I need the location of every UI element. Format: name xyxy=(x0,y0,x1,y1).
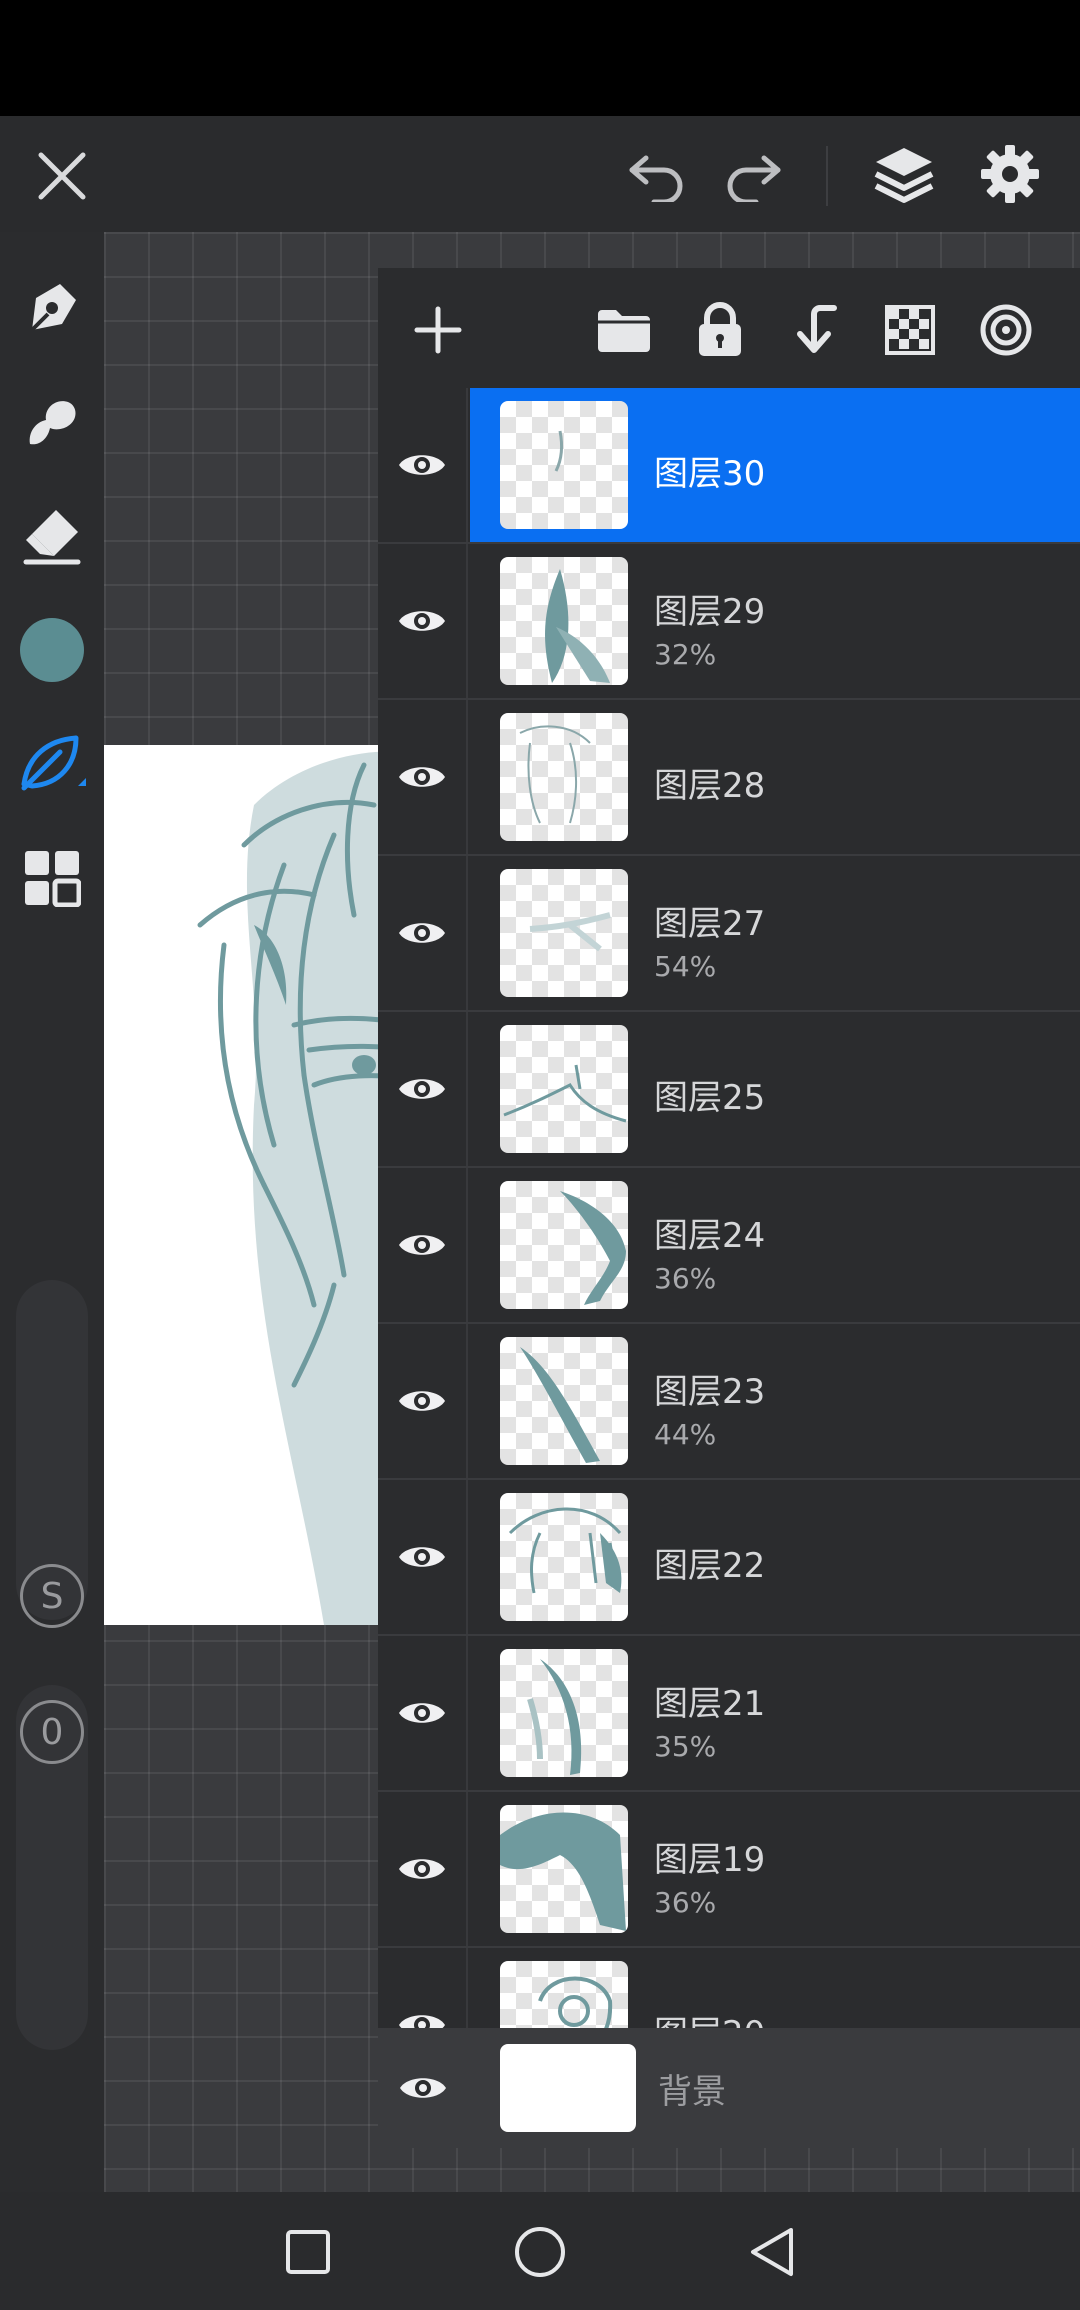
layer-opacity: 36% xyxy=(654,1886,717,1919)
layer-name: 图层30 xyxy=(654,454,766,494)
merge-down-icon[interactable] xyxy=(784,298,848,362)
layer-thumbnail xyxy=(500,1025,628,1153)
layer-row[interactable]: 图层20 xyxy=(378,1948,1080,2028)
toolbar-divider xyxy=(826,146,828,206)
undo-icon[interactable] xyxy=(618,138,694,214)
system-nav-bar xyxy=(0,2192,1080,2310)
layer-main[interactable]: 图层22 xyxy=(470,1480,1080,1634)
opacity-value[interactable]: 0 xyxy=(20,1700,84,1764)
layer-row[interactable]: 图层30 xyxy=(378,388,1080,544)
layer-name: 图层19 xyxy=(654,1840,766,1880)
layer-name: 图层24 xyxy=(654,1216,766,1256)
layer-panel: 图层30 图层29 32% 图层28 图层27 54% 图层25 图层24 36% 图层23 44%… xyxy=(378,268,1080,2148)
eye-icon[interactable] xyxy=(378,1792,468,1946)
eye-icon[interactable] xyxy=(378,1324,468,1478)
pen-tool-icon[interactable] xyxy=(0,258,104,358)
layer-row[interactable]: 图层23 44% xyxy=(378,1324,1080,1480)
layer-main[interactable]: 图层29 32% xyxy=(470,544,1080,698)
eye-icon[interactable] xyxy=(378,1480,468,1634)
transparency-icon[interactable] xyxy=(878,298,942,362)
eye-icon[interactable] xyxy=(378,1636,468,1790)
layer-name: 图层22 xyxy=(654,1546,766,1586)
layer-row[interactable]: 图层24 36% xyxy=(378,1168,1080,1324)
layer-opacity: 44% xyxy=(654,1418,717,1451)
layer-main[interactable]: 图层25 xyxy=(470,1012,1080,1166)
layer-row[interactable]: 图层25 xyxy=(378,1012,1080,1168)
gear-icon[interactable] xyxy=(968,132,1052,216)
layer-thumbnail xyxy=(500,557,628,685)
layer-name: 图层21 xyxy=(654,1684,766,1724)
layer-row[interactable]: 图层22 xyxy=(378,1480,1080,1636)
close-icon[interactable] xyxy=(20,134,104,218)
layer-opacity: 54% xyxy=(654,950,717,983)
folder-icon[interactable] xyxy=(592,298,656,362)
circle-icon[interactable] xyxy=(500,2212,580,2292)
layer-opacity: 36% xyxy=(654,1262,717,1295)
layer-thumbnail xyxy=(500,1493,628,1621)
layer-thumbnail xyxy=(500,1337,628,1465)
grid-menu-icon[interactable] xyxy=(0,828,104,928)
layer-panel-toolbar xyxy=(378,268,1080,388)
layer-name: 图层28 xyxy=(654,766,766,806)
layer-name: 图层23 xyxy=(654,1372,766,1412)
eye-icon[interactable] xyxy=(378,1012,468,1166)
layer-main[interactable]: 图层28 xyxy=(470,700,1080,854)
layer-name: 图层27 xyxy=(654,904,766,944)
layer-name: 图层29 xyxy=(654,592,766,632)
color-swatch[interactable] xyxy=(0,600,104,700)
top-toolbar xyxy=(0,116,1080,232)
blend-mode-icon[interactable] xyxy=(974,298,1038,362)
eye-icon[interactable] xyxy=(378,388,468,542)
layer-thumbnail xyxy=(500,401,628,529)
layer-main[interactable]: 图层30 xyxy=(470,388,1080,542)
layer-main[interactable]: 图层19 36% xyxy=(470,1792,1080,1946)
layer-thumbnail xyxy=(500,1961,628,2028)
layer-row[interactable]: 图层19 36% xyxy=(378,1792,1080,1948)
add-layer-icon[interactable] xyxy=(406,298,470,362)
layer-list[interactable]: 图层30 图层29 32% 图层28 图层27 54% 图层25 图层24 36% 图层23 44%… xyxy=(378,388,1080,2028)
layer-name: 图层25 xyxy=(654,1078,766,1118)
layer-name: 图层20 xyxy=(654,2006,765,2028)
eye-icon[interactable] xyxy=(378,1948,468,2028)
triangle-icon[interactable] xyxy=(732,2212,812,2292)
layers-icon[interactable] xyxy=(862,132,946,216)
status-bar xyxy=(0,0,1080,116)
layer-main[interactable]: 图层23 44% xyxy=(470,1324,1080,1478)
redo-icon[interactable] xyxy=(716,138,792,214)
eye-icon[interactable] xyxy=(378,544,468,698)
layer-name: 背景 xyxy=(658,2072,726,2112)
layer-opacity: 32% xyxy=(654,638,717,671)
size-button[interactable]: S xyxy=(20,1564,84,1628)
brush-leaf-icon[interactable] xyxy=(0,714,104,814)
layer-opacity: 35% xyxy=(654,1730,717,1763)
layer-row[interactable]: 图层28 xyxy=(378,700,1080,856)
layer-thumbnail xyxy=(500,2044,636,2132)
layer-main[interactable]: 图层20 xyxy=(470,1948,1080,2028)
layer-thumbnail xyxy=(500,1649,628,1777)
layer-row[interactable]: 图层29 32% xyxy=(378,544,1080,700)
layer-thumbnail xyxy=(500,1181,628,1309)
layer-main[interactable]: 图层24 36% xyxy=(470,1168,1080,1322)
layer-main[interactable]: 图层21 35% xyxy=(470,1636,1080,1790)
layer-thumbnail xyxy=(500,869,628,997)
layer-main[interactable]: 图层27 54% xyxy=(470,856,1080,1010)
layer-thumbnail xyxy=(500,1805,628,1933)
eye-icon[interactable] xyxy=(378,1168,468,1322)
lock-icon[interactable] xyxy=(688,298,752,362)
eye-icon[interactable] xyxy=(378,2028,468,2148)
background-layer-row[interactable]: 背景 xyxy=(378,2028,1080,2148)
layer-thumbnail xyxy=(500,713,628,841)
layer-row[interactable]: 图层27 54% xyxy=(378,856,1080,1012)
eye-icon[interactable] xyxy=(378,856,468,1010)
layer-row[interactable]: 图层21 35% xyxy=(378,1636,1080,1792)
app-root: S 0 图层30 图层29 32% 图层28 图层27 54% 图层25 图层24 36% 图 xyxy=(0,0,1080,2310)
eye-icon[interactable] xyxy=(378,700,468,854)
smudge-tool-icon[interactable] xyxy=(0,372,104,472)
square-icon[interactable] xyxy=(268,2212,348,2292)
eraser-tool-icon[interactable] xyxy=(0,486,104,586)
